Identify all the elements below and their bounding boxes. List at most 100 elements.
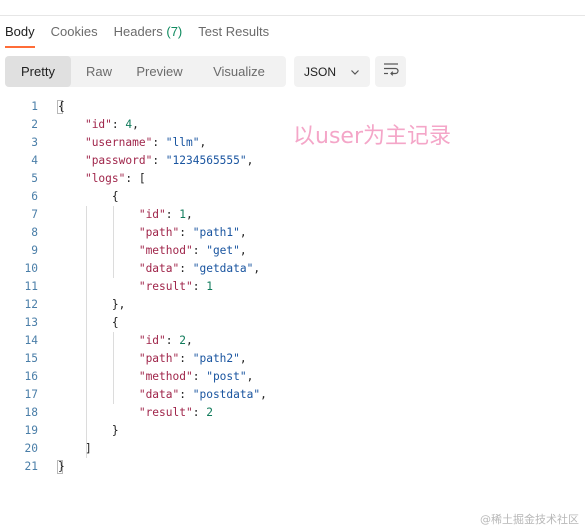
- json-number: 2: [206, 406, 213, 419]
- json-punctuation: ,: [186, 208, 193, 221]
- response-tabs: Body Cookies Headers (7) Test Results: [0, 16, 280, 48]
- json-punctuation: ,: [260, 388, 267, 401]
- line-number: 12: [24, 298, 38, 311]
- json-punctuation: :: [165, 334, 180, 347]
- json-punctuation: [58, 262, 139, 275]
- wrap-lines-button[interactable]: [375, 56, 406, 87]
- json-punctuation: [58, 370, 139, 383]
- code-text: ]: [58, 440, 92, 458]
- line-number: 3: [31, 136, 38, 149]
- line-number: 17: [24, 388, 38, 401]
- tab-body[interactable]: Body: [5, 16, 35, 48]
- line-number: 13: [24, 316, 38, 329]
- code-line: 21}: [0, 458, 585, 476]
- line-number: 7: [31, 208, 38, 221]
- line-number: 8: [31, 226, 38, 239]
- line-number: 1: [31, 100, 38, 113]
- code-line: 4 "password": "1234565555",: [0, 152, 585, 170]
- line-number: 20: [24, 442, 38, 455]
- code-text: "data": "getdata",: [58, 260, 260, 278]
- json-string: "post": [206, 370, 247, 383]
- code-line: 19 }: [0, 422, 585, 440]
- code-line: 18 "result": 2: [0, 404, 585, 422]
- view-pretty-button[interactable]: Pretty: [5, 56, 71, 87]
- view-preview-button[interactable]: Preview: [127, 56, 192, 87]
- code-line: 6 {: [0, 188, 585, 206]
- wrap-lines-icon: [383, 62, 399, 81]
- json-string: "postdata": [192, 388, 261, 401]
- json-key: "logs": [84, 172, 126, 185]
- code-line: 15 "path": "path2",: [0, 350, 585, 368]
- tab-cookies[interactable]: Cookies: [51, 16, 98, 48]
- line-number: 15: [24, 352, 38, 365]
- json-key: "result": [138, 406, 193, 419]
- code-line: 8 "path": "path1",: [0, 224, 585, 242]
- json-punctuation: [58, 352, 139, 365]
- json-key: "id": [84, 118, 112, 131]
- code-line: 16 "method": "post",: [0, 368, 585, 386]
- view-mode-group: Pretty Raw Preview Visualize: [5, 56, 286, 87]
- json-punctuation: [58, 280, 139, 293]
- json-punctuation: ,: [239, 352, 247, 365]
- tab-cookies-label: Cookies: [50, 24, 98, 39]
- line-number: 9: [31, 244, 38, 257]
- view-visualize-button[interactable]: Visualize: [192, 56, 286, 87]
- json-string: "llm": [165, 136, 200, 149]
- json-punctuation: :: [192, 280, 207, 293]
- annotation-text: 以user为主记录: [293, 124, 451, 149]
- json-key: "data": [138, 262, 180, 275]
- view-raw-button[interactable]: Raw: [71, 56, 127, 87]
- code-line: 17 "data": "postdata",: [0, 386, 585, 404]
- code-line: 1{: [0, 98, 585, 116]
- json-punctuation: :: [192, 244, 207, 257]
- line-number: 11: [24, 280, 38, 293]
- code-line: 13 {: [0, 314, 585, 332]
- tab-headers[interactable]: Headers (7): [114, 16, 183, 48]
- json-number: 2: [179, 334, 187, 347]
- code-text: {: [58, 188, 119, 206]
- line-number: 21: [24, 460, 38, 473]
- json-punctuation: ,: [246, 154, 254, 167]
- json-number: 1: [206, 280, 213, 293]
- json-key: "path": [138, 352, 180, 365]
- json-punctuation: [58, 388, 139, 401]
- code-line: 9 "method": "get",: [0, 242, 585, 260]
- json-punctuation: [58, 118, 85, 131]
- json-punctuation: :: [179, 262, 193, 275]
- json-string: "1234565555": [165, 154, 247, 167]
- code-text: "password": "1234565555",: [58, 152, 253, 170]
- code-text: "result": 2: [58, 404, 213, 422]
- code-text: "result": 1: [58, 278, 213, 296]
- format-select[interactable]: JSON: [294, 56, 370, 87]
- json-punctuation: [58, 136, 85, 149]
- response-toolbar: Pretty Raw Preview Visualize JSON: [5, 56, 406, 87]
- json-punctuation: ,: [186, 334, 193, 347]
- json-key: "path": [138, 226, 180, 239]
- tab-headers-label: Headers: [113, 24, 163, 39]
- code-text: {: [58, 314, 119, 332]
- json-string: "path1": [192, 226, 240, 239]
- json-punctuation: :: [165, 208, 180, 221]
- json-key: "id": [138, 334, 166, 347]
- code-text: "logs": [: [58, 170, 146, 188]
- json-key: "data": [138, 388, 180, 401]
- code-line: 11 "result": 1: [0, 278, 585, 296]
- code-text: "username": "llm",: [58, 134, 206, 152]
- json-punctuation: :: [179, 226, 193, 239]
- code-text: "id": 1,: [58, 206, 193, 224]
- line-number: 14: [24, 334, 38, 347]
- json-punctuation: }: [58, 424, 119, 437]
- tab-test-results[interactable]: Test Results: [198, 16, 269, 48]
- json-punctuation: ,: [199, 136, 207, 149]
- json-punctuation: [58, 208, 139, 221]
- json-string: "getdata": [192, 262, 254, 275]
- json-punctuation: :: [152, 154, 166, 167]
- json-key: "method": [138, 370, 193, 383]
- json-punctuation: ,: [239, 226, 247, 239]
- code-line: 5 "logs": [: [0, 170, 585, 188]
- response-body-editor[interactable]: 1{2 "id": 4, 3 "username": "llm", 4 "passw…: [0, 98, 585, 476]
- json-punctuation: ]: [58, 442, 92, 455]
- json-punctuation: [58, 154, 85, 167]
- code-line: 14 "id": 2,: [0, 332, 585, 350]
- line-number: 19: [24, 424, 38, 437]
